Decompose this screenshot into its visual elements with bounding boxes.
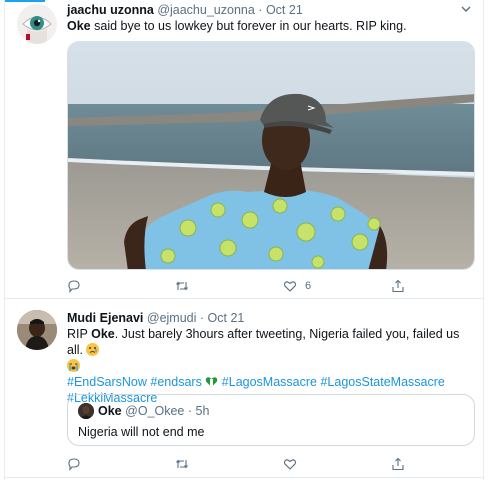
display-name[interactable]: jaachu uzonna [67,3,154,17]
tweet-text: Oke said bye to us lowkey but forever in… [67,18,475,34]
reply-icon [68,280,80,293]
photo [68,42,474,269]
timestamp[interactable]: Oct 21 [208,311,245,325]
tweet-body: . Just barely 3hours after tweeting, Nig… [67,327,460,357]
reply-button[interactable] [67,456,89,472]
quoted-tweet[interactable]: Oke @O_Okee · 5h Nigeria will not end me [67,394,475,446]
like-icon [283,459,297,470]
tweet[interactable]: Mudi Ejenavi @ejmudi · Oct 21 RIP Oke. J… [5,300,483,478]
like-icon [283,281,297,292]
quoted-display-name: Oke [98,404,122,418]
hashtag[interactable]: #endsars [150,375,201,389]
separator: · [187,404,193,418]
timestamp[interactable]: Oct 21 [266,3,303,17]
retweet-button[interactable] [175,278,197,294]
sobbing-emoji-icon [67,359,80,372]
hashtag[interactable]: #EndSarsNow [67,375,147,389]
timeline: jaachu uzonna @jaachu_uzonna · Oct 21 Ok… [4,0,484,480]
display-name[interactable]: Mudi Ejenavi [67,311,143,325]
separator: · [199,311,205,325]
tweet[interactable]: jaachu uzonna @jaachu_uzonna · Oct 21 Ok… [5,0,483,299]
hashtag[interactable]: #LagosMassacre [222,375,317,389]
nigeria-flag-heart-icon [205,375,218,388]
like-button[interactable]: 6 [283,278,311,294]
chevron-down-icon[interactable] [459,2,473,16]
share-button[interactable] [391,456,405,472]
tweet-header: Mudi Ejenavi @ejmudi · Oct 21 [67,311,244,325]
separator: · [258,3,263,17]
share-button[interactable] [391,278,405,294]
mention[interactable]: Oke [91,327,115,341]
avatar[interactable] [17,310,57,350]
quoted-avatar [78,403,94,419]
quoted-timestamp: 5h [195,404,210,418]
reply-icon [68,458,80,471]
retweet-button[interactable] [175,456,197,472]
handle[interactable]: @jaachu_uzonna [157,3,255,17]
reply-button[interactable] [67,278,89,294]
action-bar [67,456,467,472]
tweet-header: jaachu uzonna @jaachu_uzonna · Oct 21 [67,3,303,17]
quoted-text: Nigeria will not end me [78,425,205,439]
like-button[interactable] [283,456,305,472]
crying-emoji-icon [86,343,100,356]
retweet-icon [176,281,188,291]
mention[interactable]: Oke [67,19,91,33]
share-icon [392,457,404,471]
tweet-body: said bye to us lowkey but forever in our… [90,19,407,33]
tweet-photo[interactable] [67,41,475,270]
quoted-header: Oke @O_Okee · 5h [98,404,209,418]
like-count: 6 [305,280,312,292]
tweet-body-prefix: RIP [67,327,92,341]
quoted-handle: @O_Okee [125,404,185,418]
avatar[interactable] [17,4,57,44]
handle[interactable]: @ejmudi [147,311,197,325]
share-icon [392,279,404,293]
hashtag[interactable]: #LagosStateMassacre [320,375,444,389]
retweet-icon [176,459,188,469]
action-bar: 6 [67,278,467,294]
